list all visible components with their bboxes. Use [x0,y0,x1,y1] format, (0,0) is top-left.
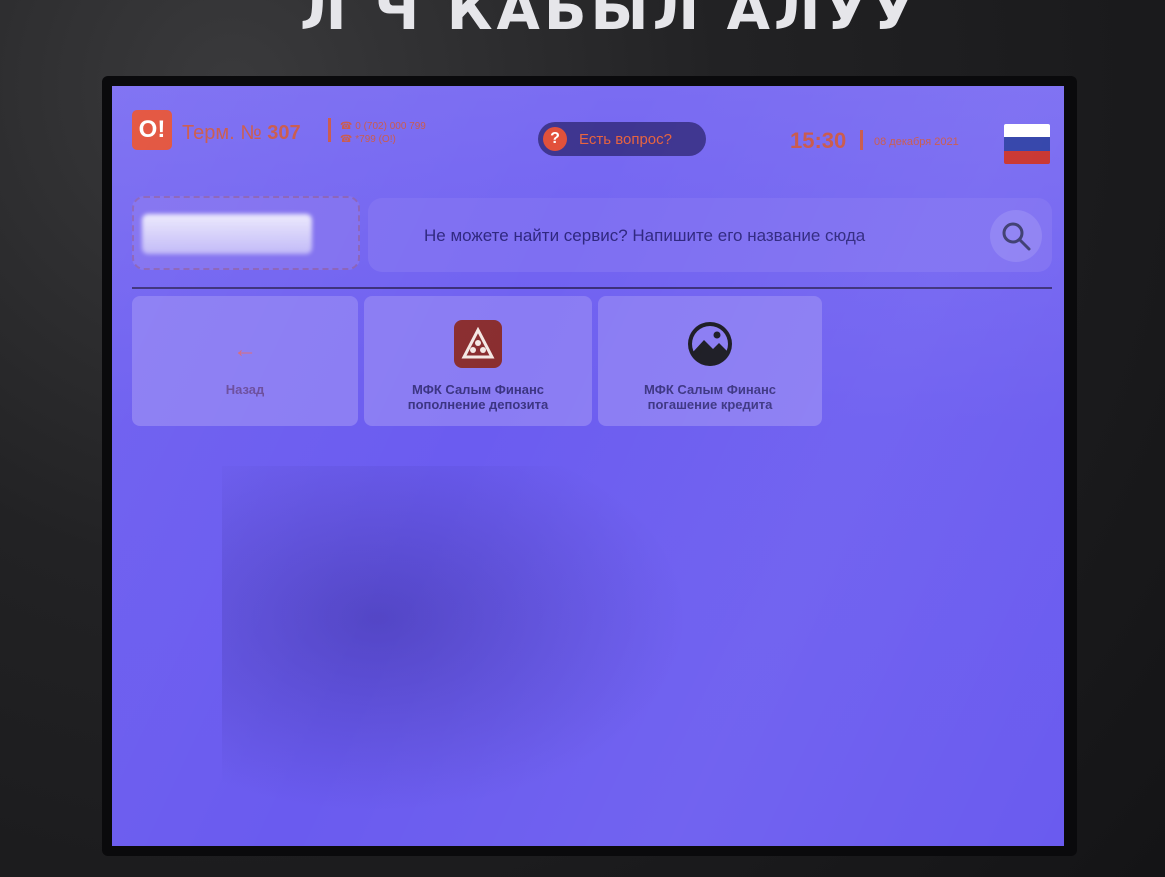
header: O! Терм. № 307 ☎ 0 (702) 000 799 ☎ *799 … [112,86,1064,186]
time-divider [860,130,863,150]
obscured-label [142,214,312,254]
terminal-number: 307 [267,122,301,144]
flag-stripe-blue [1004,137,1050,151]
service-tile-loan[interactable]: МФК Салым Финанс погашение кредита [598,296,822,426]
section-divider [132,287,1052,289]
help-label: Есть вопрос? [579,130,672,148]
service-name: МФК Салым Финанс [411,382,545,397]
service-name: МФК Салым Финанс [643,382,777,397]
clock-time: 15:30 [790,128,847,153]
phone-icon: ☎ [340,121,356,132]
phone-short: *799 (О!) [355,134,396,145]
phone-icon: ☎ [340,134,356,145]
help-button[interactable]: ? Есть вопрос? [538,122,706,156]
service-tile-deposit[interactable]: МФК Салым Финанс пополнение депозита [364,296,592,426]
kiosk-screen: O! Терм. № 307 ☎ 0 (702) 000 799 ☎ *799 … [112,86,1064,846]
arrow-left-icon: ← [233,336,257,363]
service-action: пополнение депозита [407,397,549,412]
flag-stripe-white [1004,124,1050,138]
image-placeholder-icon [686,320,734,368]
terminal-label: Терм. № 307 [182,122,301,145]
salym-logo-icon [454,320,502,368]
service-action: погашение кредита [647,397,773,412]
flag-stripe-red [1004,150,1050,164]
search-placeholder: Не можете найти сервис? Напишите его наз… [424,226,866,245]
category-filter-box[interactable] [132,196,360,270]
search-icon [1002,222,1031,251]
language-flag-button[interactable] [1004,124,1050,164]
service-label: МФК Салым Финанс пополнение депозита [408,382,548,412]
phone-primary: 0 (702) 000 799 [355,121,426,132]
support-phones: ☎ 0 (702) 000 799 ☎ *799 (О!) [340,120,426,146]
search-input[interactable]: Не можете найти сервис? Напишите его наз… [368,198,1052,272]
clock-date: 08 декабря 2021 [874,136,959,148]
terminal-prefix: Терм. № [182,122,262,144]
question-icon: ? [543,127,567,151]
back-label: Назад [225,382,265,397]
glass-reflection [222,466,742,846]
service-label: МФК Салым Финанс погашение кредита [644,382,776,412]
back-button[interactable]: ← Назад [132,296,358,426]
search-button[interactable] [990,210,1042,262]
header-divider [328,118,331,142]
brand-logo: O! [132,110,172,150]
kiosk-sign: Л Ч КАБЫЛ АЛУУ [300,0,919,38]
